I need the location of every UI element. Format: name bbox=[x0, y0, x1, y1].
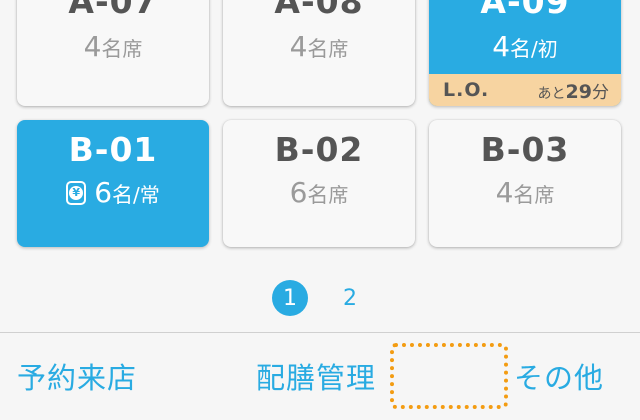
highlight-box bbox=[390, 343, 508, 409]
table-card-a08[interactable]: A-08 4名席 bbox=[223, 0, 415, 106]
reservation-tab[interactable]: 予約来店 bbox=[17, 355, 137, 397]
table-name: B-01 bbox=[68, 130, 158, 169]
seat-count: 4名席 bbox=[495, 176, 555, 209]
table-name: A-08 bbox=[274, 0, 364, 21]
table-card-b02[interactable]: B-02 6名席 bbox=[223, 120, 415, 247]
last-order-label: L.O. bbox=[443, 79, 490, 101]
table-card-a09[interactable]: A-09 4名/初 L.O. あと29分 bbox=[429, 0, 621, 106]
table-card-b01[interactable]: B-01 ¥6名/常 bbox=[17, 120, 209, 247]
table-card-b03[interactable]: B-03 4名席 bbox=[429, 120, 621, 247]
seat-count: ¥6名/常 bbox=[17, 176, 209, 209]
yen-wallet-icon: ¥ bbox=[66, 181, 87, 205]
pagination: 1 2 bbox=[0, 280, 640, 316]
seat-count: 4名席 bbox=[83, 30, 143, 63]
page-1-button[interactable]: 1 bbox=[272, 280, 308, 316]
table-name: B-03 bbox=[480, 130, 570, 169]
seat-count: 4名/初 bbox=[492, 30, 558, 63]
time-remaining: あと29分 bbox=[537, 80, 609, 103]
seat-count: 4名席 bbox=[289, 30, 349, 63]
table-card-a07[interactable]: A-07 4名席 bbox=[17, 0, 209, 106]
page-2-button[interactable]: 2 bbox=[332, 280, 368, 316]
serving-management-tab[interactable]: 配膳管理 bbox=[256, 355, 376, 397]
table-name: B-02 bbox=[274, 130, 364, 169]
other-tab[interactable]: その他 bbox=[514, 355, 604, 397]
table-name: A-09 bbox=[480, 0, 570, 21]
footer-nav: 予約来店 配膳管理 その他 bbox=[0, 333, 640, 420]
seat-count: 6名席 bbox=[289, 176, 349, 209]
last-order-bar: L.O. あと29分 bbox=[429, 74, 621, 106]
table-name: A-07 bbox=[68, 0, 158, 21]
